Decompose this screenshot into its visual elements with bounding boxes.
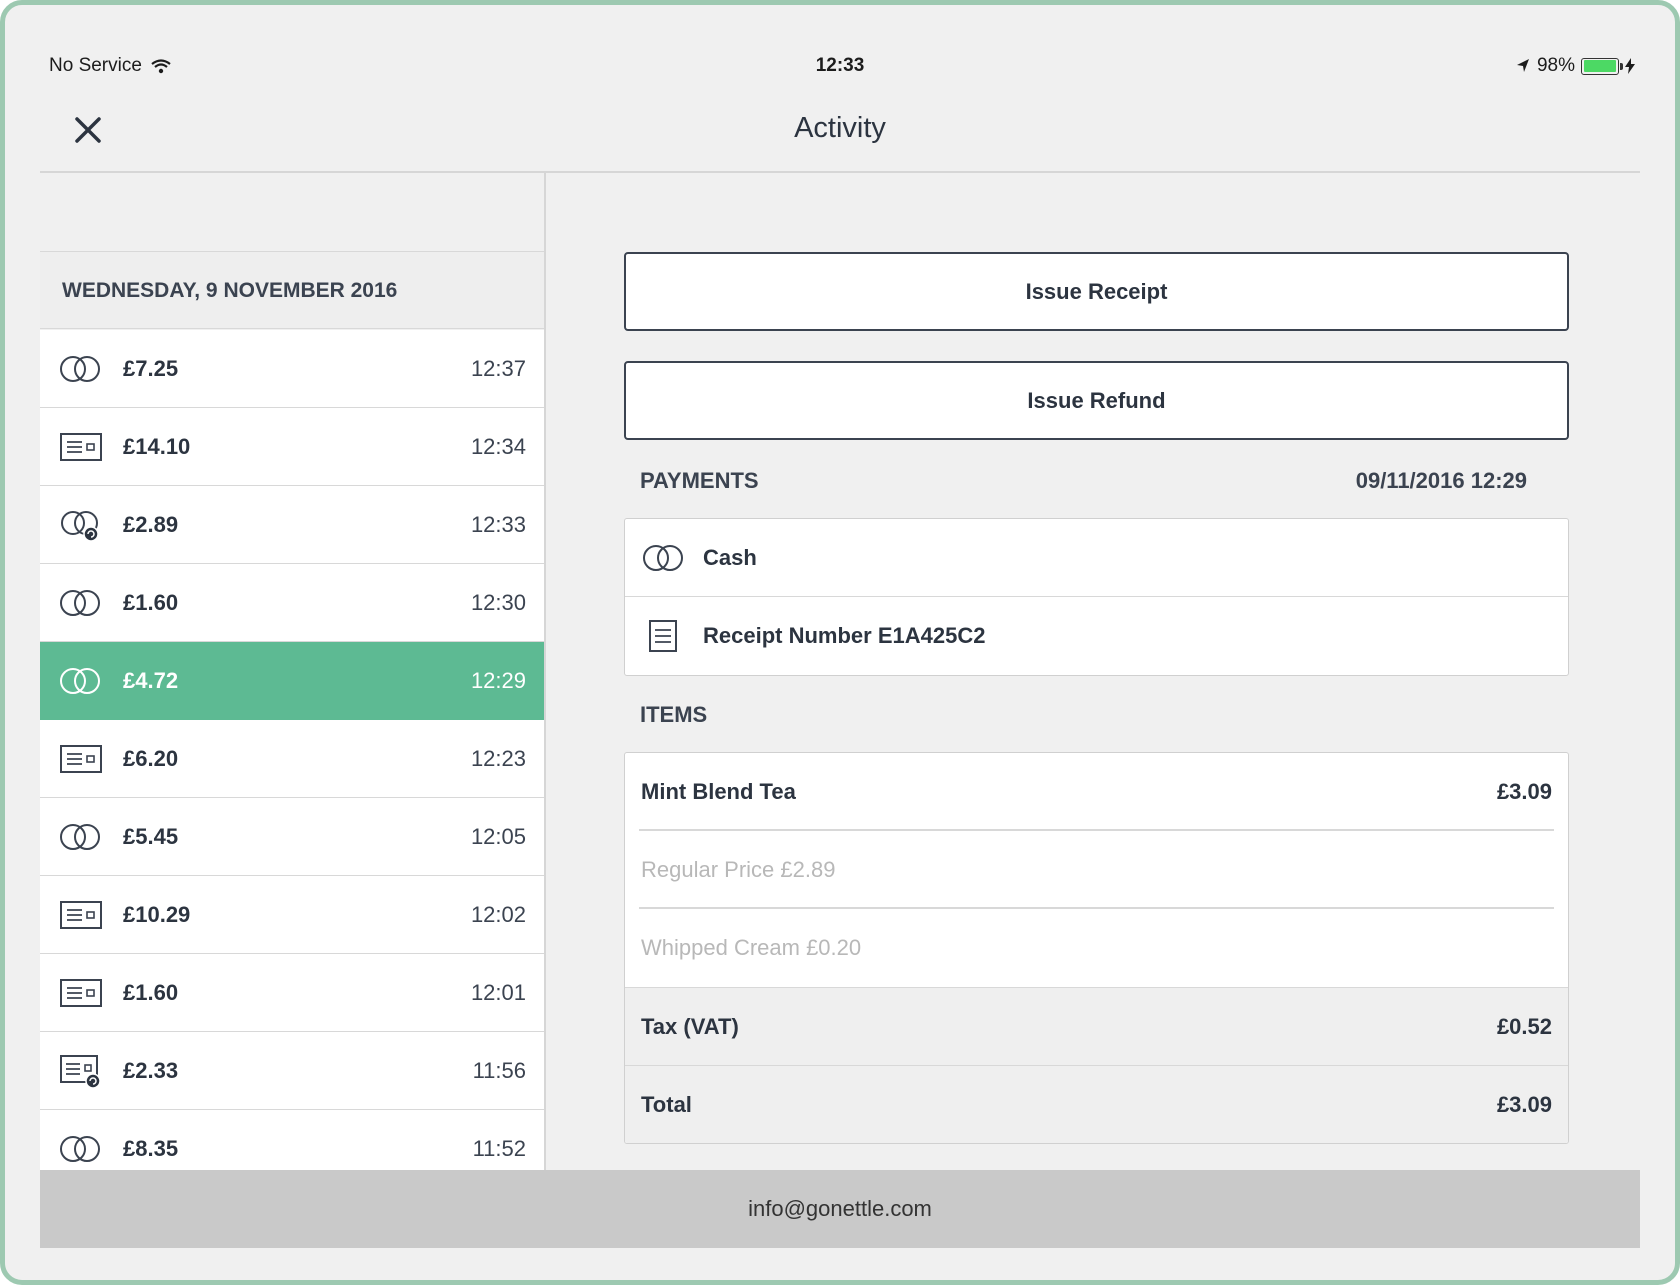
cash-refund-icon: [61, 511, 99, 542]
transaction-row[interactable]: £14.10 12:34: [40, 408, 544, 486]
location-arrow-icon: [1516, 59, 1529, 72]
card-icon: [60, 745, 102, 773]
device-frame: No Service 12:33 98% Activity WEDNESDAY,…: [0, 0, 1680, 1285]
charging-bolt-icon: [1625, 58, 1635, 74]
transaction-amount: £6.20: [123, 746, 179, 771]
card-icon: [60, 901, 102, 929]
payments-card: Cash Receipt Number E1A425C2: [624, 518, 1569, 676]
transaction-amount: £2.89: [123, 512, 179, 537]
support-email[interactable]: info@gonettle.com: [748, 1196, 932, 1221]
cash-icon: [60, 668, 100, 694]
transaction-time: 11:56: [472, 1058, 526, 1083]
transaction-detail-pane: Issue Receipt Issue Refund PAYMENTS 09/1…: [548, 173, 1640, 1170]
battery-fill: [1583, 60, 1616, 72]
cash-icon: [60, 1136, 100, 1162]
tax-row: Tax (VAT) £0.52: [625, 987, 1568, 1065]
transaction-list-pane[interactable]: WEDNESDAY, 9 NOVEMBER 2016 £7.25 12:37 £14…: [40, 173, 546, 1170]
tax-value: £0.52: [1496, 1014, 1552, 1039]
item-name: Mint Blend Tea: [641, 779, 796, 804]
transaction-row[interactable]: £10.29 12:02: [40, 876, 544, 954]
transaction-time: 12:29: [470, 668, 526, 693]
items-card: Mint Blend Tea £3.09 Regular Price £2.89…: [624, 752, 1569, 1144]
battery-icon: [1581, 57, 1623, 75]
card-refund-icon: [60, 1055, 101, 1088]
payments-section-label: PAYMENTS: [640, 468, 759, 493]
date-header: WEDNESDAY, 9 NOVEMBER 2016: [40, 251, 544, 329]
receipt-number-label: Receipt Number E1A425C2: [703, 623, 986, 648]
transaction-row[interactable]: £7.25 12:37: [40, 330, 544, 408]
item-modifier-row: Regular Price £2.89: [625, 831, 1568, 909]
transaction-row[interactable]: £5.45 12:05: [40, 798, 544, 876]
nav-bar: Activity: [40, 90, 1640, 173]
transaction-amount: £14.10: [123, 434, 191, 459]
modifier-regular-price: Regular Price £2.89: [641, 857, 836, 882]
total-value: £3.09: [1496, 1092, 1552, 1117]
modifier-whipped-cream: Whipped Cream £0.20: [641, 935, 862, 960]
transaction-time: 11:52: [472, 1136, 526, 1161]
total-label: Total: [641, 1092, 692, 1117]
transaction-time: 12:01: [470, 980, 526, 1005]
transaction-amount: £2.33: [123, 1058, 179, 1083]
transaction-amount: £5.45: [123, 824, 179, 849]
transaction-amount: £7.25: [123, 356, 179, 381]
status-bar: No Service 12:33 98%: [5, 49, 1675, 85]
transaction-amount: £1.60: [123, 980, 179, 1005]
transaction-row[interactable]: £6.20 12:23: [40, 720, 544, 798]
item-price: £3.09: [1496, 779, 1552, 804]
transaction-list: £7.25 12:37 £14.10 12:34 £2.89 12:33 £1.60 12:3…: [40, 330, 544, 1170]
cash-icon: [60, 590, 100, 616]
transaction-time: 12:02: [470, 902, 526, 927]
transaction-row[interactable]: £2.89 12:33: [40, 486, 544, 564]
cash-icon: [60, 356, 100, 382]
issue-receipt-button[interactable]: Issue Receipt: [624, 252, 1569, 331]
receipt-number-row: Receipt Number E1A425C2: [625, 597, 1568, 675]
transaction-time: 12:33: [470, 512, 526, 537]
payment-method-row: Cash: [625, 519, 1568, 597]
cash-icon: [60, 824, 100, 850]
cash-icon: [643, 545, 683, 571]
items-section-label: ITEMS: [640, 702, 708, 727]
footer-banner: info@gonettle.com: [40, 1170, 1640, 1248]
transaction-row[interactable]: £4.72 12:29: [40, 642, 544, 720]
payments-datetime: 09/11/2016 12:29: [1355, 468, 1527, 493]
transaction-time: 12:23: [470, 746, 526, 771]
item-modifier-row: Whipped Cream £0.20: [625, 909, 1568, 987]
issue-refund-button[interactable]: Issue Refund: [624, 361, 1569, 440]
transaction-time: 12:05: [470, 824, 526, 849]
transaction-row[interactable]: £8.35 11:52: [40, 1110, 544, 1170]
page-title: Activity: [794, 112, 886, 144]
transaction-row[interactable]: £2.33 11:56: [40, 1032, 544, 1110]
status-right: 98%: [1515, 55, 1635, 77]
transaction-time: 12:37: [470, 356, 526, 381]
transaction-row[interactable]: £1.60 12:01: [40, 954, 544, 1032]
card-icon: [60, 433, 102, 461]
transaction-time: 12:30: [470, 590, 526, 615]
status-time: 12:33: [815, 55, 865, 76]
receipt-icon: [649, 620, 677, 652]
card-icon: [60, 979, 102, 1007]
tax-label: Tax (VAT): [641, 1014, 739, 1039]
transaction-amount: £8.35: [123, 1136, 179, 1161]
transaction-amount: £4.72: [123, 668, 179, 693]
item-row: Mint Blend Tea £3.09: [625, 753, 1568, 831]
transaction-row[interactable]: £1.60 12:30: [40, 564, 544, 642]
transaction-amount: £1.60: [123, 590, 179, 615]
payment-method-label: Cash: [703, 545, 757, 570]
battery-percent: 98%: [1536, 55, 1575, 76]
total-row: Total £3.09: [625, 1065, 1568, 1143]
transaction-time: 12:34: [470, 434, 526, 459]
transaction-amount: £10.29: [123, 902, 191, 927]
